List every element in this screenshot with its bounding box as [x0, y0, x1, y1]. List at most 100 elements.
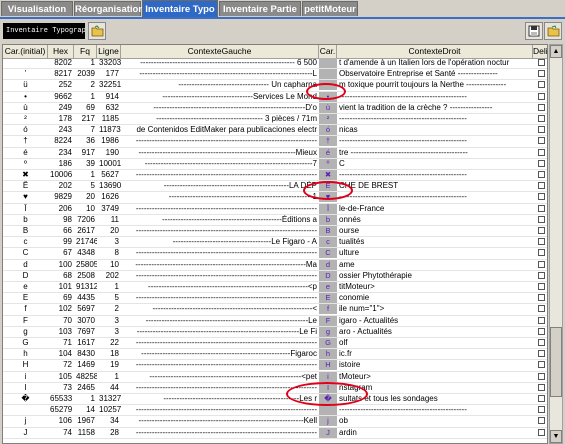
delim-checkbox[interactable] [538, 204, 545, 212]
table-row[interactable]: H 72 1469 19 -------------------------------… [3, 360, 547, 372]
delim-checkbox[interactable] [538, 103, 545, 111]
table-row[interactable]: ✖ 10006 1 5627 -----------------------------… [3, 170, 547, 182]
delim-checkbox[interactable] [538, 159, 545, 167]
cell-car: D [319, 270, 337, 281]
scroll-thumb[interactable] [550, 327, 562, 397]
export-folder-button[interactable] [544, 22, 562, 40]
table-row[interactable]: I 73 2465 44 -------------------------------… [3, 382, 547, 394]
column-header-car-initial[interactable]: Car.(initial) [3, 45, 48, 58]
table-row[interactable]: ' 8217 2039 177 ----------------------------… [3, 69, 547, 81]
column-header-ligne[interactable]: Ligne [97, 45, 121, 58]
cell-car: G [319, 338, 337, 348]
tab-inventaire-typo[interactable]: Inventaire Typo [142, 0, 218, 17]
tab-petitmoteur[interactable]: petitMoteur [302, 1, 358, 16]
cell-car-initial: ü [23, 80, 28, 90]
delim-checkbox[interactable] [538, 171, 545, 178]
delim-checkbox[interactable] [538, 126, 545, 134]
table-row[interactable]: ² 178 217 1185 -----------------------------… [3, 114, 547, 126]
scroll-down-button[interactable]: ▼ [550, 430, 562, 443]
scroll-up-button[interactable]: ▲ [550, 45, 562, 58]
delim-checkbox[interactable] [538, 406, 545, 414]
delim-checkbox[interactable] [538, 383, 545, 391]
table-row[interactable]: J 74 1158 28 -------------------------------… [3, 427, 547, 439]
delim-checkbox[interactable] [538, 372, 545, 380]
table-row[interactable]: é 234 917 190 ------------------------------… [3, 147, 547, 159]
table-row[interactable]: E 69 4435 5 --------------------------------… [3, 293, 547, 305]
delim-checkbox[interactable] [538, 294, 545, 302]
delim-checkbox[interactable] [538, 148, 545, 156]
table-row[interactable]: G 71 1617 22 -------------------------------… [3, 338, 547, 350]
column-header-contexte-gauche[interactable]: ContexteGauche [121, 45, 319, 58]
cell-contexte-droit: ardin [339, 427, 357, 437]
table-row[interactable]: 8202 1 33203 ------------------------------… [3, 58, 547, 70]
delim-checkbox[interactable] [538, 81, 545, 89]
cell-ligne: 5627 [101, 170, 119, 179]
table-row[interactable]: g 103 7697 3 -------------------------------… [3, 326, 547, 338]
cell-fq: 2465 [77, 382, 95, 392]
cell-ligne: 13690 [99, 181, 121, 191]
delim-checkbox[interactable] [538, 417, 545, 425]
cell-car-initial: j [24, 416, 27, 426]
delim-checkbox[interactable] [538, 137, 545, 145]
tab-visualisation[interactable]: Visualisation [1, 1, 73, 16]
tab-inventaire-partie[interactable]: Inventaire Partie [219, 1, 301, 16]
cell-fq: 10 [86, 203, 95, 213]
table-row[interactable]: ù 249 69 632 -------------------------------… [3, 102, 547, 114]
vertical-scrollbar[interactable]: ▲ ▼ [549, 44, 563, 444]
delim-checkbox[interactable] [538, 339, 545, 346]
table-row[interactable]: i 105 48258 1 ------------------------------… [3, 371, 547, 383]
table-row[interactable]: † 8224 36 1986 -----------------------------… [3, 136, 547, 148]
table-row[interactable]: c 99 21746 3 -------------------------------… [3, 237, 547, 249]
table-row[interactable]: b 98 7206 11 -------------------------------… [3, 214, 547, 226]
delim-checkbox[interactable] [538, 361, 545, 369]
table-row[interactable]: h 104 8430 18 ------------------------------… [3, 349, 547, 361]
table-row[interactable]: 65279 14 10257 ----------------------------… [3, 405, 547, 417]
table-row[interactable]: D 68 2508 202 ------------------------------… [3, 270, 547, 282]
column-header-car[interactable]: Car. [319, 45, 337, 58]
delim-checkbox[interactable] [538, 327, 545, 335]
table-row[interactable]: ó 243 7 11873 de Contenidos EditMaker para p… [3, 125, 547, 137]
tab-reorganisation[interactable]: Réorganisation [74, 1, 144, 16]
delim-checkbox[interactable] [538, 227, 545, 234]
delim-checkbox[interactable] [538, 115, 545, 122]
column-header-delim[interactable]: Delim [533, 45, 547, 58]
delim-checkbox[interactable] [538, 350, 545, 358]
cell-contexte-gauche: ----------------------------------------… [149, 371, 317, 381]
delim-checkbox[interactable] [538, 182, 545, 190]
delim-checkbox[interactable] [538, 305, 545, 313]
table-row[interactable]: C 67 4348 8 --------------------------------… [3, 248, 547, 260]
delim-checkbox[interactable] [538, 238, 545, 246]
delim-checkbox[interactable] [538, 271, 545, 279]
table-row[interactable]: ♥ 9829 20 1626 -----------------------------… [3, 192, 547, 204]
delim-checkbox[interactable] [538, 260, 545, 268]
cell-car-initial: Î [24, 203, 27, 213]
table-row[interactable]: j 106 1967 34 ------------------------------… [3, 416, 547, 428]
column-header-fq[interactable]: Fq [74, 45, 97, 58]
table-row[interactable]: • 9662 1 914 -------------------------------… [3, 91, 547, 103]
delim-checkbox[interactable] [538, 92, 545, 100]
delim-checkbox[interactable] [538, 316, 545, 324]
delim-checkbox[interactable] [538, 193, 545, 201]
table-row[interactable]: F 70 3070 3 --------------------------------… [3, 315, 547, 327]
table-row[interactable]: ü 252 2 32251 ------------------------------… [3, 80, 547, 92]
delim-checkbox[interactable] [538, 428, 545, 436]
delim-checkbox[interactable] [538, 395, 545, 402]
table-row[interactable]: � 65533 1 31327 ----------------------------… [3, 394, 547, 406]
cell-hex: 73 [63, 382, 72, 392]
delim-checkbox[interactable] [538, 59, 545, 66]
delim-checkbox[interactable] [538, 249, 545, 257]
column-header-hex[interactable]: Hex [48, 45, 74, 58]
save-button[interactable] [525, 22, 543, 40]
table-row[interactable]: Ê 202 5 13690 ------------------------------… [3, 181, 547, 193]
table-row[interactable]: B 66 2617 20 -------------------------------… [3, 226, 547, 238]
table-row[interactable]: d 100 25805 10 -----------------------------… [3, 259, 547, 271]
delim-checkbox[interactable] [538, 283, 545, 290]
column-header-contexte-droit[interactable]: ContexteDroit [337, 45, 533, 58]
table-row[interactable]: e 101 91312 1 ------------------------------… [3, 282, 547, 294]
delim-checkbox[interactable] [538, 70, 545, 78]
table-row[interactable]: f 102 5697 2 -------------------------------… [3, 304, 547, 316]
open-folder-button[interactable] [88, 22, 106, 40]
table-row[interactable]: º 186 39 10001 -----------------------------… [3, 158, 547, 170]
delim-checkbox[interactable] [538, 215, 545, 223]
table-row[interactable]: Î 206 10 3749 ------------------------------… [3, 203, 547, 215]
